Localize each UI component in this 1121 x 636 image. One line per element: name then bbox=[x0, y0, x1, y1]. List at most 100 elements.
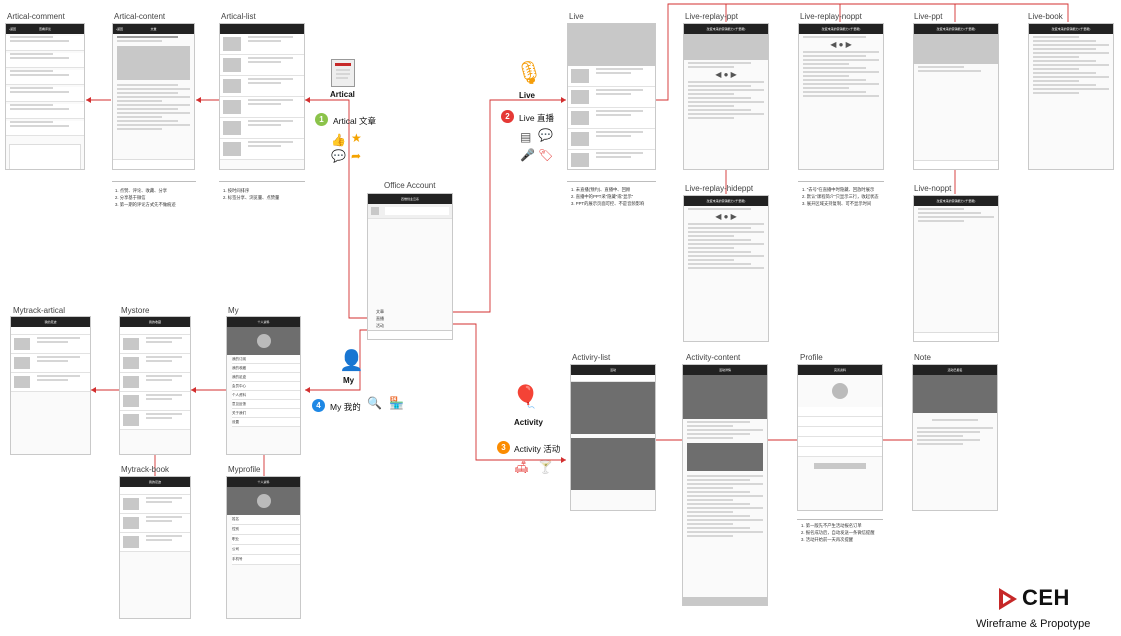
tag-icon: 🏷 bbox=[538, 148, 554, 162]
phone-mystore: 我的收藏 bbox=[119, 316, 191, 455]
screen-label-profile: Profile bbox=[800, 353, 823, 362]
sofa-icon: 🛋 bbox=[514, 460, 530, 474]
nav-title: 我的足迹 bbox=[148, 480, 161, 484]
play-icon[interactable]: ◀ ● ▶ bbox=[684, 212, 768, 221]
menu-item-live[interactable]: 直播 bbox=[376, 315, 384, 322]
thumbs-up-icon: 👍 bbox=[331, 133, 346, 147]
phone-office-account: 四维创业云系 文章 直播 活动 bbox=[367, 193, 453, 340]
phone-artical-comment: ‹返回 查看评论 bbox=[5, 23, 85, 170]
share-icon: ➦ bbox=[351, 149, 362, 163]
section-title-artical: Artical bbox=[330, 90, 355, 99]
activity-card[interactable] bbox=[571, 438, 655, 490]
phone-note: 活动已报名 bbox=[912, 364, 998, 511]
back-icon[interactable]: ‹返回 bbox=[9, 27, 16, 31]
note-artical-content: 1. 点赞、评论、收藏、分享 2. 分享基于微信 3. 第一期的评论方式先不做痕迹 bbox=[115, 188, 176, 207]
screen-label-activity-content: Activity-content bbox=[686, 353, 741, 362]
screen-label-live-replay-hideppt: Live-replay-hideppt bbox=[685, 184, 754, 193]
avatar bbox=[832, 383, 848, 399]
screen-label-my: My bbox=[228, 306, 239, 315]
screen-label-note: Note bbox=[914, 353, 931, 362]
nav-title: 改变未来的营销能力 (千里眼) bbox=[706, 27, 746, 31]
screen-label-artical-comment: Artical-comment bbox=[7, 12, 65, 21]
section-title-activity: Activity bbox=[514, 418, 543, 427]
office-bottom-menu[interactable] bbox=[368, 330, 452, 339]
screen-label-activity-list: Activiry-list bbox=[572, 353, 611, 362]
note-activity: 1. 第一版先不产生活动报名订单 2. 报名成功后，自动发送一条微信提醒 3. 活动… bbox=[801, 523, 875, 542]
nav-title: 活动详情 bbox=[718, 368, 731, 372]
newspaper-icon bbox=[331, 59, 355, 87]
avatar bbox=[256, 334, 271, 348]
nav-title: 改变未来的营销能力 (千里眼) bbox=[821, 27, 861, 31]
screen-label-artical-content: Artical-content bbox=[114, 12, 166, 21]
mic-icon: 🎤 bbox=[520, 148, 535, 162]
nav-title: 我的收藏 bbox=[148, 320, 161, 324]
note-live: 1. 未直播(预约)、直播中、回顾 2. 直播中的PPT采"隐藏"或"显示" 3. … bbox=[571, 187, 645, 206]
phone-myprofile: 个人资料 姓名 性别 职业 公司 手机号 bbox=[226, 476, 301, 619]
screen-label-mytrack-artical: Mytrack-artical bbox=[13, 306, 66, 315]
section-title-my: My bbox=[343, 376, 355, 385]
comment-icon: 💬 bbox=[331, 149, 346, 163]
section-badge-artical: 1 bbox=[315, 113, 328, 126]
phone-activity-content: 活动详情 bbox=[682, 364, 768, 606]
nav-title: 四维创业云系 bbox=[400, 197, 419, 201]
phone-profile: 完善资料 bbox=[797, 364, 883, 511]
nav-title: 文章 bbox=[150, 27, 157, 31]
back-icon[interactable]: ‹返回 bbox=[116, 27, 123, 31]
store-icon: 🏪 bbox=[389, 396, 404, 410]
brand-logo: CEH bbox=[1022, 585, 1070, 610]
profile-fields[interactable]: 姓名 性别 职业 公司 手机号 bbox=[227, 515, 300, 565]
drinks-icon: 🍸 bbox=[538, 460, 553, 474]
phone-live bbox=[567, 23, 656, 170]
message-input[interactable] bbox=[914, 160, 998, 169]
nav-title: 我的足迹 bbox=[44, 320, 57, 324]
phone-live-replay-noppt: 改变未来的营销能力 (千里眼) ◀ ● ▶ bbox=[798, 23, 884, 170]
nav-bar: ‹返回 查看评论 bbox=[6, 24, 84, 34]
play-icon[interactable]: ◀ ● ▶ bbox=[799, 40, 883, 49]
presentation-icon: ▤ bbox=[520, 130, 532, 144]
phone-live-ppt: 改变未来的营销能力 (千里眼) bbox=[913, 23, 999, 170]
phone-mytrack-artical: 我的足迹 bbox=[10, 316, 91, 455]
submit-button[interactable] bbox=[814, 463, 866, 469]
note-live-replay: 1. "去号"在直播中时隐藏、回放时展示 2. 默认"课程简介"只显示三行，收起状… bbox=[802, 187, 879, 206]
nav-title: 活动已报名 bbox=[947, 368, 963, 372]
phone-artical-list bbox=[219, 23, 305, 170]
nav-bar bbox=[220, 24, 304, 34]
section-label-activity: Activity 活动 bbox=[514, 444, 561, 454]
menu-item-activity[interactable]: 活动 bbox=[376, 322, 384, 329]
action-bar[interactable] bbox=[113, 159, 194, 169]
play-icon[interactable]: ◀ ● ▶ bbox=[684, 70, 768, 79]
live-banner bbox=[568, 24, 655, 66]
comment-input[interactable] bbox=[9, 144, 81, 169]
phone-my: 个人资料 我的订阅 我的收藏 我的足迹 会员中心 个人资料 意见反馈 关于我们 … bbox=[226, 316, 301, 455]
phone-activity-list: 活动 bbox=[570, 364, 656, 511]
nav-title: 个人资料 bbox=[257, 480, 270, 484]
message-input[interactable] bbox=[914, 332, 998, 341]
menu-item-artical[interactable]: 文章 bbox=[376, 308, 384, 315]
office-menu[interactable]: 文章 直播 活动 bbox=[376, 308, 384, 329]
chat-icon: 💬 bbox=[538, 128, 553, 142]
screen-label-mytrack-book: Mytrack-book bbox=[121, 465, 170, 474]
search-icon: 🔍 bbox=[367, 396, 382, 410]
nav-title: 个人资料 bbox=[257, 320, 270, 324]
section-badge-my: 4 bbox=[312, 399, 325, 412]
activity-card[interactable] bbox=[571, 382, 655, 434]
note-artical-list: 1. 按时间排序 2. 标签分享、浏览量、点赞量 bbox=[223, 188, 280, 200]
signup-button[interactable] bbox=[683, 597, 767, 605]
phone-artical-content: ‹返回 文章 bbox=[112, 23, 195, 170]
phone-live-book: 改变未来的营销能力 (千里眼) bbox=[1028, 23, 1114, 170]
section-label-artical: Artical 文章 bbox=[333, 116, 376, 126]
nav-title: 完善资料 bbox=[833, 368, 846, 372]
my-menu[interactable]: 我的订阅 我的收藏 我的足迹 会员中心 个人资料 意见反馈 关于我们 设置 bbox=[227, 355, 300, 427]
phone-live-replay-ppt: 改变未来的营销能力 (千里眼) ◀ ● ▶ bbox=[683, 23, 769, 170]
section-label-live: Live 直播 bbox=[519, 113, 554, 123]
nav-bar: ‹返回 文章 bbox=[113, 24, 194, 34]
section-label-my: My 我的 bbox=[330, 402, 361, 412]
nav-title: 改变未来的营销能力 (千里眼) bbox=[936, 199, 976, 203]
avatar bbox=[256, 494, 271, 508]
article-image bbox=[117, 46, 190, 80]
nav-title: 查看评论 bbox=[38, 27, 51, 31]
phone-live-replay-hideppt: 改变未来的营销能力 (千里眼) ◀ ● ▶ bbox=[683, 195, 769, 342]
screen-label-artical-list: Artical-list bbox=[221, 12, 256, 21]
nav-title: 改变未来的营销能力 (千里眼) bbox=[706, 199, 746, 203]
nav-title: 改变未来的营销能力 (千里眼) bbox=[936, 27, 976, 31]
